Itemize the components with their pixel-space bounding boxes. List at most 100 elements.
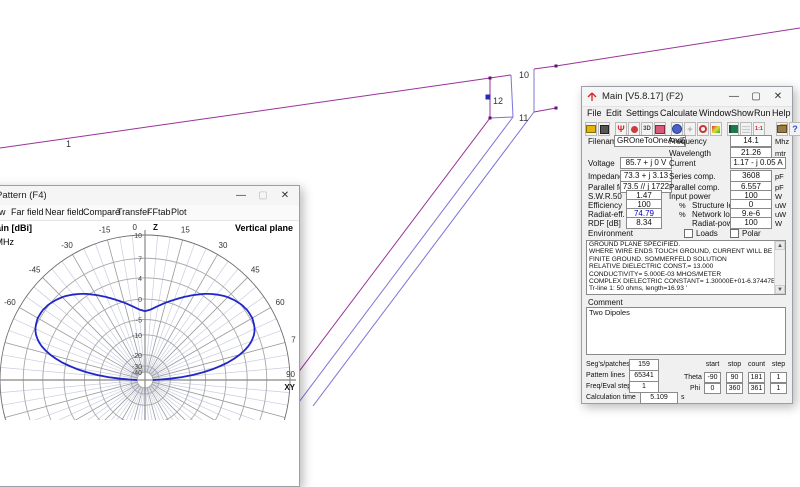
menu-far-field[interactable]: Far field bbox=[11, 207, 44, 217]
svg-text:0: 0 bbox=[133, 223, 138, 232]
phi-count[interactable]: 361 bbox=[748, 383, 765, 394]
menu-window[interactable]: Window bbox=[699, 108, 731, 118]
series-comp-label: Series comp. bbox=[669, 172, 716, 181]
main-titlebar[interactable]: Main [V5.8.17] (F2) — ▢ ✕ bbox=[582, 87, 792, 107]
environment-textarea[interactable]: GROUND PLANE SPECIFIED. WHERE WIRE ENDS … bbox=[586, 240, 786, 295]
svg-text:90: 90 bbox=[286, 370, 295, 379]
svg-text:-60: -60 bbox=[4, 298, 16, 307]
svg-text:45: 45 bbox=[251, 266, 260, 275]
sweep-hdr-step: step bbox=[770, 361, 787, 368]
main-menubar: File Edit Settings Calculate Window Show… bbox=[582, 106, 792, 120]
polar-plot: 10740-5-10-20-30-40-90-75-60-45-30-15015… bbox=[0, 220, 296, 420]
menu-compare[interactable]: Compare bbox=[83, 207, 120, 217]
folders-icon[interactable] bbox=[776, 122, 788, 136]
svg-text:-10: -10 bbox=[132, 333, 142, 340]
sweep-hdr-count: count bbox=[748, 361, 765, 368]
svg-text:-40: -40 bbox=[132, 370, 142, 377]
close-icon[interactable]: ✕ bbox=[767, 87, 789, 106]
scroll-up-icon[interactable]: ▲ bbox=[775, 241, 785, 250]
frequency-input[interactable]: 14.1 bbox=[730, 135, 772, 147]
polar-checkbox[interactable] bbox=[730, 229, 739, 238]
surface-plot-icon[interactable] bbox=[710, 122, 722, 136]
menu-show[interactable]: Show bbox=[731, 108, 754, 118]
freq-steps-label: Freq/Eval steps bbox=[586, 383, 635, 390]
loads-checkbox[interactable] bbox=[684, 229, 693, 238]
menu-edit[interactable]: Edit bbox=[606, 108, 622, 118]
menu-fftab[interactable]: FFtab bbox=[147, 207, 171, 217]
rdf-label: RDF [dB] bbox=[588, 219, 621, 228]
series-comp-unit: pF bbox=[775, 172, 784, 181]
svg-text:-5: -5 bbox=[136, 317, 142, 324]
network-loss-unit: uW bbox=[775, 210, 786, 219]
pattern-window: Pattern (F4) — ▢ ✕ Show Far field Near f… bbox=[0, 185, 300, 487]
theta-start[interactable]: -90 bbox=[704, 372, 721, 383]
comment-text: Two Dipoles bbox=[587, 308, 785, 317]
wavelength-label: Wavelength bbox=[669, 149, 711, 158]
menu-settings[interactable]: Settings bbox=[626, 108, 659, 118]
current-value: 1.17 - j 0.05 A bbox=[730, 157, 786, 169]
menu-transfer[interactable]: Transfer bbox=[117, 207, 150, 217]
parallel-comp-unit: pF bbox=[775, 183, 784, 192]
pattern-titlebar[interactable]: Pattern (F4) — ▢ ✕ bbox=[0, 186, 299, 206]
environment-label: Environment bbox=[588, 229, 633, 238]
help-icon[interactable]: ? bbox=[789, 122, 800, 136]
notebook-icon[interactable] bbox=[727, 122, 739, 136]
menu-show[interactable]: Show bbox=[0, 207, 6, 217]
input-power-unit: W bbox=[775, 192, 782, 201]
main-window: Main [V5.8.17] (F2) — ▢ ✕ File Edit Sett… bbox=[581, 86, 793, 404]
comment-textarea[interactable]: Two Dipoles bbox=[586, 307, 786, 355]
menu-calculate[interactable]: Calculate bbox=[660, 108, 698, 118]
calc-time-unit: s bbox=[681, 394, 685, 401]
frequency-unit: Mhz bbox=[775, 137, 789, 146]
efficiency-unit: % bbox=[679, 201, 686, 210]
comment-label: Comment bbox=[588, 298, 623, 307]
voltage-label: Voltage bbox=[588, 159, 615, 168]
smith-chart-icon[interactable] bbox=[697, 122, 709, 136]
theta-count[interactable]: 181 bbox=[748, 372, 765, 383]
svg-text:0: 0 bbox=[138, 297, 142, 304]
theta-label: Theta bbox=[684, 374, 702, 381]
antenna-run-icon[interactable]: Ψ bbox=[615, 122, 627, 136]
phi-step[interactable]: 1 bbox=[770, 383, 787, 394]
frequency-label: Frequency bbox=[669, 137, 707, 146]
menu-file[interactable]: File bbox=[587, 108, 602, 118]
phi-start[interactable]: 0 bbox=[704, 383, 721, 394]
edit-notepad-icon[interactable] bbox=[654, 122, 666, 136]
parallel-comp-label: Parallel comp. bbox=[669, 183, 720, 192]
theta-stop[interactable]: 90 bbox=[726, 372, 743, 383]
theta-step[interactable]: 1 bbox=[770, 372, 787, 383]
maximize-icon[interactable]: ▢ bbox=[745, 87, 767, 106]
minimize-icon[interactable]: — bbox=[723, 87, 745, 106]
env-scrollbar[interactable]: ▲ ▼ bbox=[774, 241, 785, 294]
maximize-icon[interactable]: ▢ bbox=[252, 186, 274, 205]
scroll-down-icon[interactable]: ▼ bbox=[775, 285, 785, 294]
scale-1to1-icon[interactable]: 1:1 bbox=[753, 122, 765, 136]
impedance-icon[interactable] bbox=[628, 122, 640, 136]
svg-text:-30: -30 bbox=[61, 241, 73, 250]
svg-text:-75: -75 bbox=[0, 336, 1, 345]
3d-view-icon[interactable]: 3D bbox=[641, 122, 653, 136]
menu-near-field[interactable]: Near field bbox=[45, 207, 84, 217]
phi-stop[interactable]: 360 bbox=[726, 383, 743, 394]
swr-label: S.W.R.50 bbox=[588, 192, 622, 201]
far-field-globe-icon[interactable] bbox=[671, 122, 683, 136]
segs-label: Seg's/patches bbox=[586, 361, 630, 368]
copy-sheets-icon[interactable] bbox=[598, 122, 610, 136]
menu-plot[interactable]: Plot bbox=[171, 207, 187, 217]
radiat-power-unit: W bbox=[775, 219, 782, 228]
minimize-icon[interactable]: — bbox=[230, 186, 252, 205]
voltage-value[interactable]: 85.7 + j 0 V bbox=[620, 157, 672, 169]
svg-text:10: 10 bbox=[519, 70, 529, 80]
svg-text:60: 60 bbox=[276, 298, 285, 307]
env-line: GROUND PLANE SPECIFIED. bbox=[587, 241, 785, 248]
close-icon[interactable]: ✕ bbox=[274, 186, 296, 205]
open-file-icon[interactable] bbox=[585, 122, 597, 136]
env-line: RELATIVE DIELECTRIC CONST.= 13.000 bbox=[587, 263, 785, 270]
svg-text:75: 75 bbox=[291, 336, 296, 345]
svg-text:10: 10 bbox=[134, 233, 142, 240]
menu-help[interactable]: Help bbox=[772, 108, 791, 118]
phi-label: Phi bbox=[690, 385, 700, 392]
svg-text:XY: XY bbox=[284, 383, 295, 392]
menu-run[interactable]: Run bbox=[754, 108, 771, 118]
pattern-lines-label: Pattern lines bbox=[586, 372, 625, 379]
